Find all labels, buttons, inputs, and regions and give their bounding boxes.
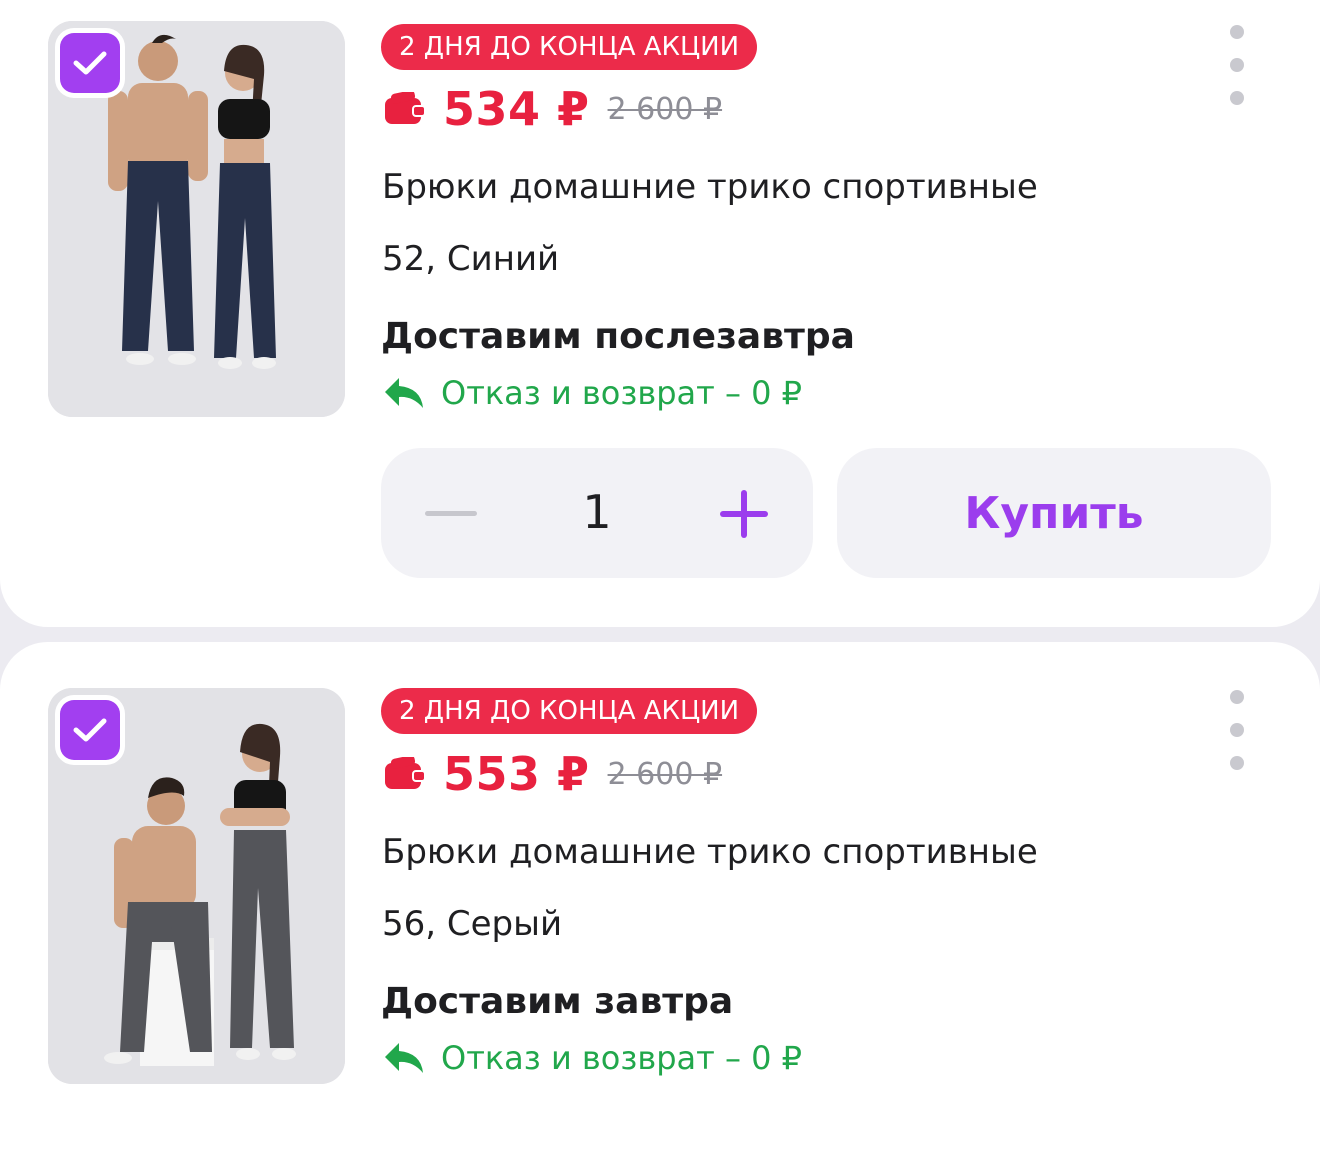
wallet-icon bbox=[385, 757, 426, 789]
return-info: Отказ и возврат – 0 ₽ bbox=[383, 1039, 802, 1077]
price-row: 553 ₽ 2 600 ₽ bbox=[383, 747, 722, 801]
sale-timer-badge: 2 ДНЯ ДО КОНЦА АКЦИИ bbox=[381, 688, 758, 734]
product-title[interactable]: Брюки домашние трико спортивные bbox=[382, 832, 1038, 872]
more-options-icon[interactable] bbox=[1222, 25, 1252, 105]
select-checkbox[interactable] bbox=[60, 700, 120, 760]
more-options-icon[interactable] bbox=[1222, 690, 1252, 770]
quantity-value: 1 bbox=[582, 485, 612, 539]
checkmark-icon bbox=[73, 51, 107, 75]
product-variant: 52, Синий bbox=[382, 239, 560, 279]
sale-timer-badge: 2 ДНЯ ДО КОНЦА АКЦИИ bbox=[381, 24, 758, 70]
buy-button[interactable]: Купить bbox=[837, 448, 1271, 578]
return-text: Отказ и возврат – 0 ₽ bbox=[441, 374, 803, 412]
select-checkbox[interactable] bbox=[60, 33, 120, 93]
cart-item-card: 2 ДНЯ ДО КОНЦА АКЦИИ 553 ₽ 2 600 ₽ Брюки… bbox=[0, 642, 1320, 1162]
increase-quantity-button[interactable] bbox=[718, 488, 770, 540]
decrease-quantity-button[interactable] bbox=[425, 499, 477, 527]
minus-icon bbox=[425, 510, 477, 516]
delivery-info: Доставим послезавтра bbox=[381, 316, 855, 357]
old-price: 2 600 ₽ bbox=[607, 91, 723, 127]
checkmark-icon bbox=[73, 718, 107, 742]
product-image[interactable] bbox=[48, 688, 345, 1084]
current-price: 534 ₽ bbox=[443, 82, 590, 136]
product-image[interactable] bbox=[48, 21, 345, 417]
quantity-stepper: 1 bbox=[381, 448, 813, 578]
product-variant: 56, Серый bbox=[382, 904, 563, 944]
price-row: 534 ₽ 2 600 ₽ bbox=[383, 82, 722, 136]
return-text: Отказ и возврат – 0 ₽ bbox=[441, 1039, 803, 1077]
return-info: Отказ и возврат – 0 ₽ bbox=[383, 374, 802, 412]
return-arrow-icon bbox=[385, 378, 423, 408]
delivery-info: Доставим завтра bbox=[381, 981, 734, 1022]
cart-item-card: 2 ДНЯ ДО КОНЦА АКЦИИ 534 ₽ 2 600 ₽ Брюки… bbox=[0, 0, 1320, 627]
wallet-icon bbox=[385, 92, 426, 124]
return-arrow-icon bbox=[385, 1043, 423, 1073]
old-price: 2 600 ₽ bbox=[607, 756, 723, 792]
product-title[interactable]: Брюки домашние трико спортивные bbox=[382, 167, 1038, 207]
current-price: 553 ₽ bbox=[443, 747, 590, 801]
